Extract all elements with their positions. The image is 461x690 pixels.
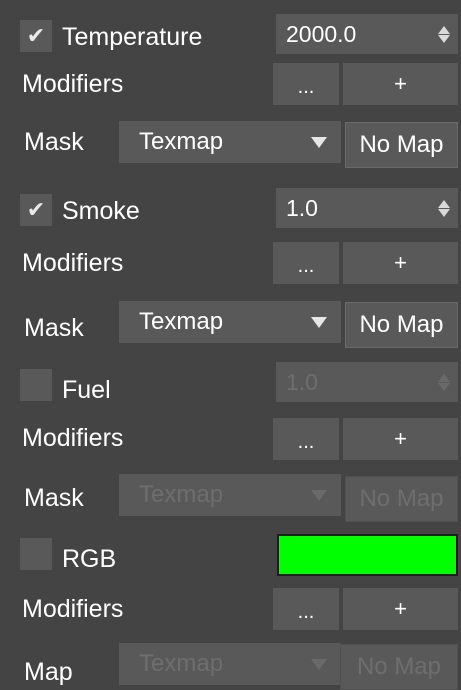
rgb-modifiers-browse-button[interactable]: ... bbox=[273, 588, 339, 630]
spinner-arrows-icon[interactable] bbox=[438, 25, 450, 43]
spinner-arrows-icon[interactable] bbox=[438, 373, 450, 391]
fuel-mask-dropdown-value: Texmap bbox=[139, 481, 224, 508]
temperature-mask-dropdown[interactable]: Texmap bbox=[119, 121, 341, 163]
temperature-mask-label: Mask bbox=[24, 128, 84, 156]
rgb-map-dropdown-value: Texmap bbox=[139, 650, 224, 677]
fuel-value[interactable]: 1.0 bbox=[286, 369, 318, 396]
rgb-map-dropdown[interactable]: Texmap bbox=[119, 643, 341, 685]
rgb-map-nomap-button[interactable]: No Map bbox=[340, 644, 458, 690]
fuel-modifiers-label: Modifiers bbox=[22, 424, 124, 452]
temperature-mask-nomap-button[interactable]: No Map bbox=[345, 122, 458, 168]
temperature-checkbox[interactable]: ✔ bbox=[20, 20, 52, 52]
dropdown-arrow-icon bbox=[311, 658, 327, 670]
checkmark-icon: ✔ bbox=[26, 23, 46, 48]
rgb-color-swatch[interactable] bbox=[277, 534, 458, 576]
fuel-label: Fuel bbox=[62, 376, 111, 404]
rgb-label: RGB bbox=[62, 545, 117, 573]
temperature-modifiers-label: Modifiers bbox=[22, 70, 124, 98]
dropdown-arrow-icon bbox=[311, 136, 327, 148]
smoke-spinner[interactable]: 1.0 bbox=[276, 188, 458, 228]
smoke-value[interactable]: 1.0 bbox=[286, 195, 318, 222]
checkmark-icon: ✔ bbox=[26, 197, 46, 222]
smoke-label: Smoke bbox=[62, 197, 140, 225]
fuel-modifiers-browse-button[interactable]: ... bbox=[273, 418, 339, 460]
temperature-label: Temperature bbox=[62, 23, 203, 51]
fuel-checkbox[interactable] bbox=[20, 369, 52, 401]
fuel-mask-dropdown[interactable]: Texmap bbox=[119, 474, 341, 516]
fuel-modifiers-add-button[interactable]: + bbox=[343, 418, 458, 460]
dropdown-arrow-icon bbox=[311, 489, 327, 501]
fuel-spinner[interactable]: 1.0 bbox=[276, 362, 458, 402]
fuel-mask-label: Mask bbox=[24, 484, 84, 512]
smoke-modifiers-label: Modifiers bbox=[22, 249, 124, 277]
smoke-mask-dropdown[interactable]: Texmap bbox=[119, 301, 341, 343]
smoke-mask-nomap-button[interactable]: No Map bbox=[345, 302, 458, 348]
spinner-arrows-icon[interactable] bbox=[438, 199, 450, 217]
dropdown-arrow-icon bbox=[311, 316, 327, 328]
rgb-checkbox[interactable] bbox=[20, 538, 52, 570]
smoke-checkbox[interactable]: ✔ bbox=[20, 194, 52, 226]
temperature-spinner[interactable]: 2000.0 bbox=[276, 14, 458, 54]
smoke-modifiers-browse-button[interactable]: ... bbox=[273, 242, 339, 284]
rgb-modifiers-label: Modifiers bbox=[22, 595, 124, 623]
temperature-value[interactable]: 2000.0 bbox=[286, 21, 356, 48]
smoke-mask-dropdown-value: Texmap bbox=[139, 308, 224, 335]
temperature-modifiers-add-button[interactable]: + bbox=[343, 63, 458, 105]
smoke-modifiers-add-button[interactable]: + bbox=[343, 242, 458, 284]
fuel-mask-nomap-button[interactable]: No Map bbox=[345, 476, 458, 522]
smoke-mask-label: Mask bbox=[24, 314, 84, 342]
temperature-mask-dropdown-value: Texmap bbox=[139, 128, 224, 155]
rgb-modifiers-add-button[interactable]: + bbox=[343, 588, 458, 630]
rgb-map-label: Map bbox=[24, 658, 73, 686]
temperature-modifiers-browse-button[interactable]: ... bbox=[273, 63, 339, 105]
